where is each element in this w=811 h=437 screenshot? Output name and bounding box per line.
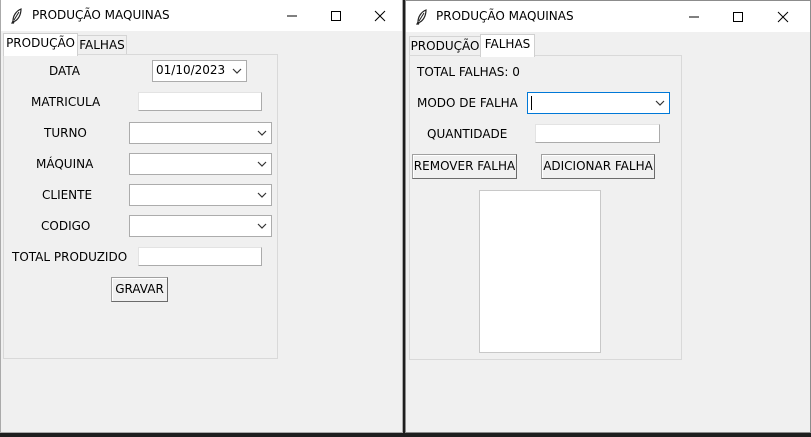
feather-icon: [9, 8, 25, 24]
total-produzido-input[interactable]: [138, 247, 262, 266]
quantidade-label: QUANTIDADE: [427, 127, 508, 141]
minimize-icon: [689, 16, 699, 18]
chevron-down-icon: [257, 223, 267, 229]
turno-select[interactable]: [129, 122, 272, 144]
feather-icon: [414, 9, 430, 25]
maximize-button[interactable]: [314, 0, 358, 31]
cliente-select[interactable]: [129, 184, 272, 206]
chevron-down-icon: [257, 161, 267, 167]
maquina-select[interactable]: [129, 153, 272, 175]
modo-falha-label: MODO DE FALHA: [417, 96, 518, 110]
data-label: DATA: [49, 64, 80, 78]
text-cursor: [531, 96, 532, 110]
chevron-down-icon: [232, 68, 242, 74]
title-bar[interactable]: PRODUÇÃO MAQUINAS: [1, 0, 402, 31]
maximize-button[interactable]: [716, 1, 760, 32]
close-icon: [374, 10, 386, 22]
codigo-label: CODIGO: [41, 219, 91, 233]
window-title: PRODUÇÃO MAQUINAS: [32, 8, 170, 22]
close-button[interactable]: [761, 1, 805, 32]
falhas-listbox[interactable]: [479, 190, 601, 353]
window-title: PRODUÇÃO MAQUINAS: [436, 9, 574, 23]
modo-falha-select[interactable]: [527, 92, 670, 114]
tab-falhas[interactable]: FALHAS: [480, 34, 535, 57]
title-bar[interactable]: PRODUÇÃO MAQUINAS: [406, 1, 810, 32]
gravar-button[interactable]: GRAVAR: [111, 277, 168, 302]
tab-producao[interactable]: PRODUÇÃO: [409, 36, 481, 56]
minimize-button[interactable]: [270, 0, 314, 31]
chevron-down-icon: [655, 100, 665, 106]
matricula-input[interactable]: [138, 92, 262, 111]
chevron-down-icon: [257, 192, 267, 198]
date-picker[interactable]: 01/10/2023: [152, 60, 247, 82]
falhas-window: PRODUÇÃO MAQUINAS PRODUÇÃO FALHAS TOTAL …: [405, 0, 811, 433]
adicionar-falha-button[interactable]: ADICIONAR FALHA: [541, 154, 655, 179]
codigo-select[interactable]: [129, 215, 272, 237]
minimize-button[interactable]: [672, 1, 716, 32]
tab-producao[interactable]: PRODUÇÃO: [3, 33, 78, 56]
maximize-icon: [733, 12, 743, 22]
cliente-label: CLIENTE: [42, 188, 93, 202]
minimize-icon: [287, 15, 297, 17]
production-window: PRODUÇÃO MAQUINAS PRODUÇÃO FALHAS DATA 0…: [0, 0, 403, 433]
quantidade-input[interactable]: [535, 124, 660, 143]
turno-label: TURNO: [44, 126, 87, 140]
date-value: 01/10/2023: [156, 63, 226, 77]
total-falhas-label: TOTAL FALHAS: 0: [417, 65, 520, 79]
matricula-label: MATRICULA: [31, 95, 101, 109]
maximize-icon: [331, 11, 341, 21]
close-button[interactable]: [358, 0, 402, 31]
total-produzido-label: TOTAL PRODUZIDO: [12, 250, 128, 264]
close-icon: [777, 11, 789, 23]
maquina-label: MÁQUINA: [36, 157, 94, 171]
remover-falha-button[interactable]: REMOVER FALHA: [412, 154, 517, 179]
tab-falhas[interactable]: FALHAS: [77, 35, 127, 55]
chevron-down-icon: [257, 130, 267, 136]
